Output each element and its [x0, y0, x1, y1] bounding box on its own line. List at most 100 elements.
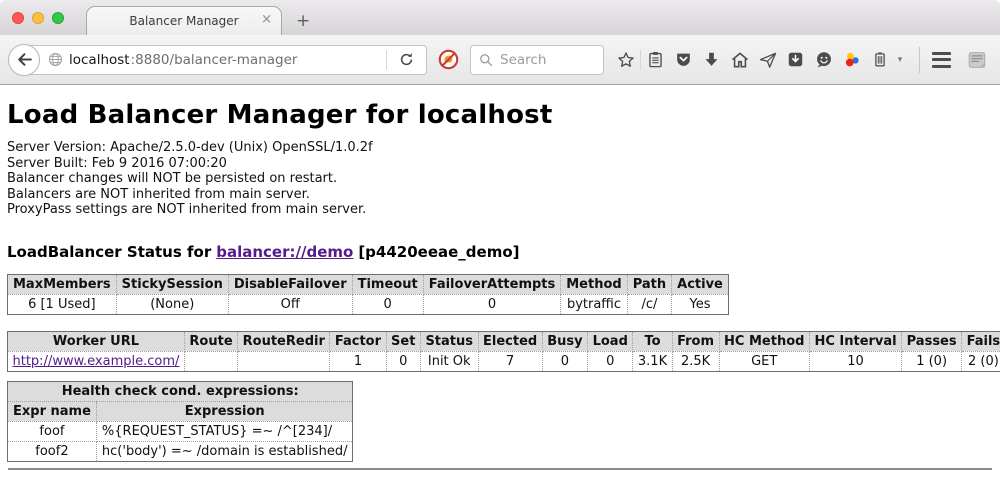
- url-domain: localhost: [69, 52, 130, 68]
- health-table-header-row: Expr name Expression: [8, 401, 353, 421]
- column-header: From: [672, 331, 719, 351]
- balancer-table-header-row: MaxMembers StickySession DisableFailover…: [8, 274, 729, 294]
- column-header: Worker URL: [8, 331, 185, 351]
- cell-load: 0: [588, 351, 633, 371]
- column-header: DisableFailover: [228, 274, 352, 294]
- back-button[interactable]: [8, 44, 40, 76]
- cell-busy: 0: [542, 351, 587, 371]
- flash-block-icon[interactable]: [435, 45, 462, 75]
- tab-title: Balancer Manager: [129, 14, 238, 28]
- column-header: Status: [420, 331, 478, 351]
- paper-plane-icon[interactable]: [754, 45, 781, 75]
- cell-hc-interval: 10: [809, 351, 901, 371]
- column-header: HC Method: [719, 331, 809, 351]
- proxypass-warning-line: ProxyPass settings are NOT inherited fro…: [7, 202, 993, 218]
- search-bar[interactable]: [470, 45, 604, 75]
- column-header: Passes: [902, 331, 962, 351]
- cell-expression: hc('body') =~ /domain is established/: [96, 441, 353, 461]
- balancer-table-row: 6 [1 Used] (None) Off 0 0 bytraffic /c/ …: [8, 294, 729, 314]
- grid-panel-icon[interactable]: [963, 45, 990, 75]
- bookmark-star-icon[interactable]: [612, 45, 639, 75]
- health-table-title: Health check cond. expressions:: [8, 381, 353, 401]
- back-arrow-icon: [16, 51, 33, 68]
- cell-method: bytraffic: [561, 294, 627, 314]
- column-header: FailoverAttempts: [423, 274, 561, 294]
- footer-divider: [8, 468, 992, 470]
- worker-table-row: http://www.example.com/ 1 0 Init Ok 7 0 …: [8, 351, 1000, 371]
- cell-failoverattempts: 0: [423, 294, 561, 314]
- cell-expr-name: foof2: [8, 441, 97, 461]
- cell-active: Yes: [672, 294, 729, 314]
- tab-close-icon[interactable]: ×: [261, 13, 272, 26]
- urlbar-divider: [386, 50, 387, 70]
- health-check-table: Health check cond. expressions: Expr nam…: [7, 381, 353, 462]
- pocket-shield-icon[interactable]: [670, 45, 697, 75]
- download-arrow-icon[interactable]: [698, 45, 725, 75]
- cell-expr-name: foof: [8, 421, 97, 441]
- persist-warning-line: Balancer changes will NOT be persisted o…: [7, 171, 993, 187]
- loadbalancer-status-heading: LoadBalancer Status for balancer://demo [p…: [7, 243, 993, 261]
- tab-balancer-manager[interactable]: Balancer Manager ×: [86, 6, 282, 35]
- balancer-demo-link[interactable]: balancer://demo: [216, 243, 353, 261]
- home-icon[interactable]: [726, 45, 753, 75]
- column-header: Busy: [542, 331, 587, 351]
- column-header: To: [633, 331, 672, 351]
- search-magnifier-icon: [479, 53, 493, 67]
- column-header: Factor: [330, 331, 386, 351]
- worker-url-link[interactable]: http://www.example.com/: [13, 354, 180, 369]
- cell-path: /c/: [627, 294, 671, 314]
- toolbar-divider: [640, 50, 641, 70]
- browser-window: Balancer Manager × + localhost:8880/bala…: [0, 0, 1000, 491]
- heading-suffix: [p4420eeae_demo]: [358, 243, 519, 261]
- cell-factor: 1: [330, 351, 386, 371]
- cell-fails: 2 (0): [962, 351, 1000, 371]
- search-input[interactable]: [498, 51, 588, 69]
- dropdown-caret-icon[interactable]: ▾: [894, 55, 906, 65]
- balancer-table: MaxMembers StickySession DisableFailover…: [7, 274, 729, 315]
- balancers-warning-line: Balancers are NOT inherited from main se…: [7, 187, 993, 203]
- column-header: HC Interval: [809, 331, 901, 351]
- titlebar: Balancer Manager × +: [0, 0, 1000, 35]
- worker-table: Worker URL Route RouteRedir Factor Set S…: [7, 331, 1000, 372]
- cell-elected: 7: [478, 351, 542, 371]
- heading-prefix: LoadBalancer Status for: [7, 243, 211, 261]
- cell-routeredir: [238, 351, 330, 371]
- cell-hc-method: GET: [719, 351, 809, 371]
- zoom-window-button[interactable]: [52, 12, 64, 24]
- smiley-bubble-icon[interactable]: [810, 45, 837, 75]
- cell-status: Init Ok: [420, 351, 478, 371]
- colored-dots-icon[interactable]: [838, 45, 865, 75]
- hamburger-menu-icon[interactable]: [928, 45, 955, 75]
- column-header: Elected: [478, 331, 542, 351]
- cell-route: [184, 351, 237, 371]
- cell-to: 3.1K: [633, 351, 672, 371]
- cell-disablefailover: Off: [228, 294, 352, 314]
- close-window-button[interactable]: [12, 12, 24, 24]
- column-header: Active: [672, 274, 729, 294]
- column-header: Path: [627, 274, 671, 294]
- column-header: Expr name: [8, 401, 97, 421]
- window-controls: [12, 12, 64, 24]
- clipboard-icon[interactable]: [642, 45, 669, 75]
- new-tab-button[interactable]: +: [296, 13, 310, 30]
- column-header: Set: [386, 331, 420, 351]
- reload-button[interactable]: [393, 45, 420, 75]
- health-table-row: foof %{REQUEST_STATUS} =~ /^[234]/: [8, 421, 353, 441]
- cell-passes: 1 (0): [902, 351, 962, 371]
- column-header: Method: [561, 274, 627, 294]
- column-header: MaxMembers: [8, 274, 117, 294]
- minimize-window-button[interactable]: [32, 12, 44, 24]
- column-header: Fails: [962, 331, 1000, 351]
- toolbar-divider: [919, 47, 920, 73]
- cell-timeout: 0: [352, 294, 423, 314]
- url-path: :8880/balancer-manager: [131, 52, 298, 68]
- toolbar-right-group: [919, 45, 990, 75]
- column-header: Timeout: [352, 274, 423, 294]
- column-header: Load: [588, 331, 633, 351]
- battery-icon[interactable]: [866, 45, 893, 75]
- cell-worker-url: http://www.example.com/: [8, 351, 185, 371]
- url-bar[interactable]: localhost:8880/balancer-manager: [23, 45, 427, 75]
- square-download-icon[interactable]: [782, 45, 809, 75]
- globe-icon: [48, 52, 63, 67]
- server-built-line: Server Built: Feb 9 2016 07:00:20: [7, 156, 993, 172]
